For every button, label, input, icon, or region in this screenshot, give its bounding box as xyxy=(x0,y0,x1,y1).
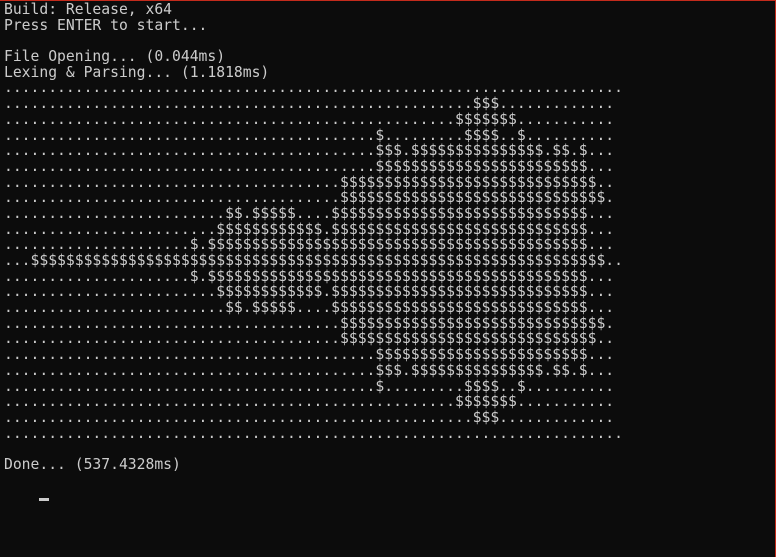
ascii-row: ......................................$$… xyxy=(4,314,615,332)
ascii-row: ........................$$$$$$$$$$$$.$$$… xyxy=(4,283,615,301)
ascii-row: ........................................… xyxy=(4,95,615,113)
ascii-row: .....................$.$$$$$$$$$$$$$$$$$… xyxy=(4,267,615,285)
ascii-row: ........................................… xyxy=(4,110,615,128)
ascii-row: ........................................… xyxy=(4,157,615,175)
ascii-row: .........................$$.$$$$$....$$$… xyxy=(4,204,615,222)
lexing-parsing-line: Lexing & Parsing... (1.1818ms) xyxy=(4,63,270,81)
ascii-row: ........................$$$$$$$$$$$$.$$$… xyxy=(4,220,615,238)
cursor-line xyxy=(4,473,775,502)
ascii-row: ........................................… xyxy=(4,126,615,144)
file-opening-line: File Opening... (0.044ms) xyxy=(4,48,226,66)
ascii-row: ........................................… xyxy=(4,142,615,160)
ascii-row: ........................................… xyxy=(4,377,615,395)
press-enter-line: Press ENTER to start... xyxy=(4,16,208,34)
ascii-row: .....................$.$$$$$$$$$$$$$$$$$… xyxy=(4,236,615,254)
ascii-row: ...$$$$$$$$$$$$$$$$$$$$$$$$$$$$$$$$$$$$$… xyxy=(4,252,623,269)
ascii-row: ........................................… xyxy=(4,393,615,411)
ascii-row: ......................................$$… xyxy=(4,330,615,348)
ascii-row: ......................................$$… xyxy=(4,173,615,191)
ascii-row: ........................................… xyxy=(4,408,615,426)
done-line: Done... (537.4328ms) xyxy=(4,455,181,473)
console-window[interactable]: Build: Release, x64 Press ENTER to start… xyxy=(0,0,776,557)
build-info-line: Build: Release, x64 xyxy=(4,1,173,18)
ascii-row: ........................................… xyxy=(4,79,623,97)
ascii-row: ........................................… xyxy=(4,424,623,442)
text-cursor xyxy=(39,498,50,502)
mandelbrot-ascii-art: ........................................… xyxy=(4,80,775,441)
ascii-row: ........................................… xyxy=(4,346,615,364)
ascii-row: ........................................… xyxy=(4,361,615,379)
ascii-row: .........................$$.$$$$$....$$$… xyxy=(4,299,615,317)
ascii-row: ......................................$$… xyxy=(4,189,615,207)
